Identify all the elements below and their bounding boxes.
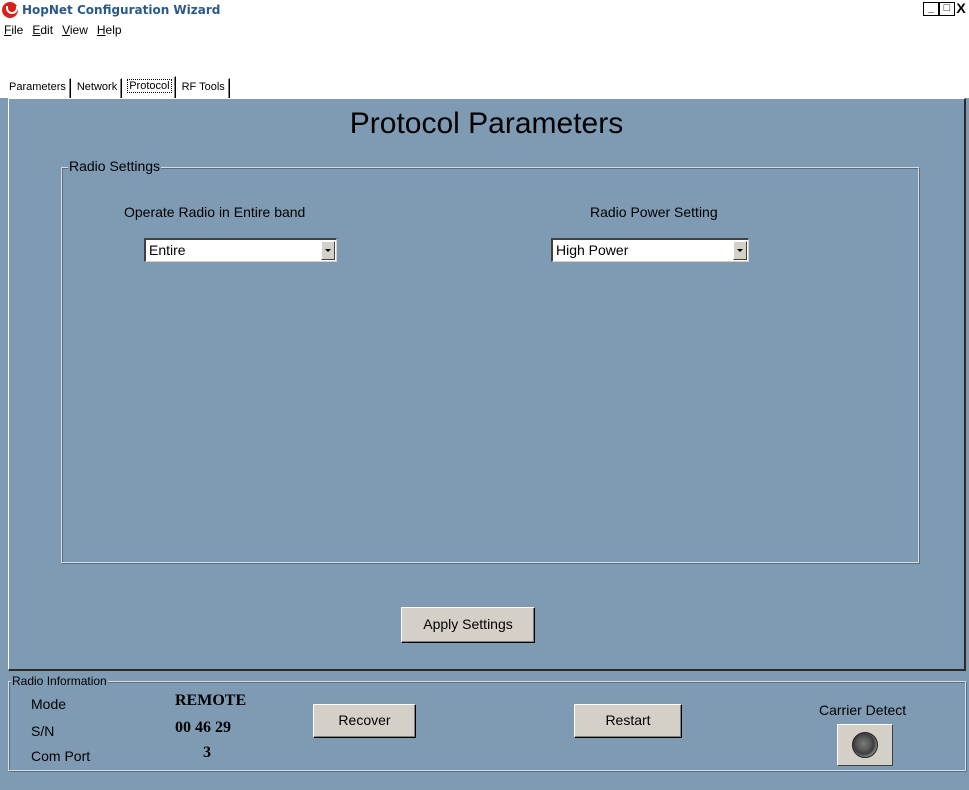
maximize-button[interactable]: □	[939, 2, 955, 16]
menu-accelerator: F	[4, 23, 12, 37]
radio-information-group: Radio Information Mode REMOTE S/N 00 46 …	[8, 674, 966, 771]
tab-network[interactable]: Network	[71, 78, 123, 98]
tab-row: Parameters Network Protocol RF Tools	[0, 40, 969, 98]
window-controls: _ □ X	[923, 1, 967, 16]
radio-settings-label: Radio Settings	[68, 158, 162, 174]
carrier-led-icon	[852, 732, 878, 758]
sn-label: S/N	[31, 723, 55, 739]
power-select[interactable]: High Power	[551, 238, 749, 262]
title-bar: HopNet Configuration Wizard _ □ X	[0, 0, 969, 20]
apply-settings-button[interactable]: Apply Settings	[401, 607, 535, 643]
tab-rf-tools[interactable]: RF Tools	[176, 78, 230, 98]
chevron-down-icon[interactable]	[321, 241, 335, 260]
menu-file[interactable]: File	[4, 23, 23, 37]
radio-settings-group: Radio Settings Operate Radio in Entire b…	[61, 158, 919, 563]
menu-accelerator: V	[62, 23, 70, 37]
radio-information-label: Radio Information	[11, 674, 108, 688]
page-title: Protocol Parameters	[349, 107, 624, 140]
menu-accelerator: H	[96, 23, 106, 37]
tab-protocol-label: Protocol	[127, 79, 172, 93]
recover-button[interactable]: Recover	[313, 704, 416, 738]
close-button[interactable]: X	[955, 1, 967, 16]
mode-value: REMOTE	[175, 692, 247, 709]
mode-label: Mode	[31, 696, 67, 712]
chevron-down-icon[interactable]	[733, 241, 747, 260]
window-title: HopNet Configuration Wizard	[22, 3, 221, 17]
restart-button[interactable]: Restart	[574, 704, 682, 738]
carrier-detect-indicator	[837, 724, 893, 766]
menu-view[interactable]: View	[62, 23, 88, 37]
band-select-value: Entire	[149, 242, 186, 258]
band-label: Operate Radio in Entire band	[124, 204, 306, 220]
tab-strip: Parameters Network Protocol RF Tools	[4, 76, 231, 98]
tab-parameters[interactable]: Parameters	[4, 78, 71, 98]
com-port-value: 3	[203, 744, 211, 761]
menu-bar: File Edit View Help	[0, 20, 969, 40]
power-label: Radio Power Setting	[590, 204, 718, 220]
menu-edit[interactable]: Edit	[32, 23, 53, 37]
tab-protocol[interactable]: Protocol	[123, 76, 176, 98]
carrier-detect-label: Carrier Detect	[819, 702, 907, 718]
menu-help[interactable]: Help	[97, 23, 122, 37]
protocol-panel: Protocol Parameters Radio Settings Opera…	[8, 98, 966, 671]
power-select-value: High Power	[556, 242, 629, 258]
band-select[interactable]: Entire	[144, 238, 337, 262]
minimize-button[interactable]: _	[923, 2, 939, 16]
com-port-label: Com Port	[31, 748, 91, 764]
sn-value: 00 46 29	[175, 719, 231, 736]
menu-accelerator: E	[32, 23, 41, 37]
app-logo-icon	[2, 2, 18, 18]
